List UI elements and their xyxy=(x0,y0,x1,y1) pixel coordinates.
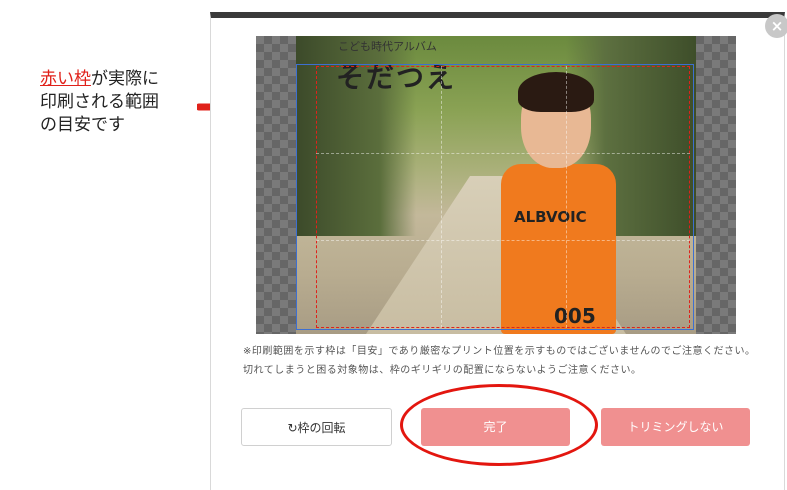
rotate-frame-button[interactable]: ↻枠の回転 xyxy=(241,408,392,446)
no-trim-button[interactable]: トリミングしない xyxy=(601,408,750,446)
grid-line xyxy=(316,153,690,154)
photo-subtitle: こども時代アルバム xyxy=(338,40,437,53)
rotate-icon: ↻ xyxy=(287,421,298,435)
highlight-ellipse xyxy=(400,384,598,466)
note-line-2: 切れてしまうと困る対象物は、枠のギリギリの配置にならないようご注意ください。 xyxy=(243,365,642,376)
annotation-text: 赤い枠が実際に 印刷される範囲 の目安です xyxy=(40,68,205,137)
note-line-1: ※印刷範囲を示す枠は「目安」であり厳密なプリント位置を示すものではございませんの… xyxy=(243,346,756,357)
annotation-highlight: 赤い枠 xyxy=(40,69,91,89)
annotation-line1: が実際に xyxy=(91,69,159,89)
grid-line xyxy=(441,66,442,328)
annotation-line2: 印刷される範囲 xyxy=(40,92,159,112)
grid-line xyxy=(566,66,567,328)
grid-line xyxy=(316,240,690,241)
close-button[interactable]: × xyxy=(765,14,787,38)
rotate-label: 枠の回転 xyxy=(297,421,346,435)
print-area-frame-red xyxy=(316,66,690,328)
annotation-line3: の目安です xyxy=(40,115,125,135)
